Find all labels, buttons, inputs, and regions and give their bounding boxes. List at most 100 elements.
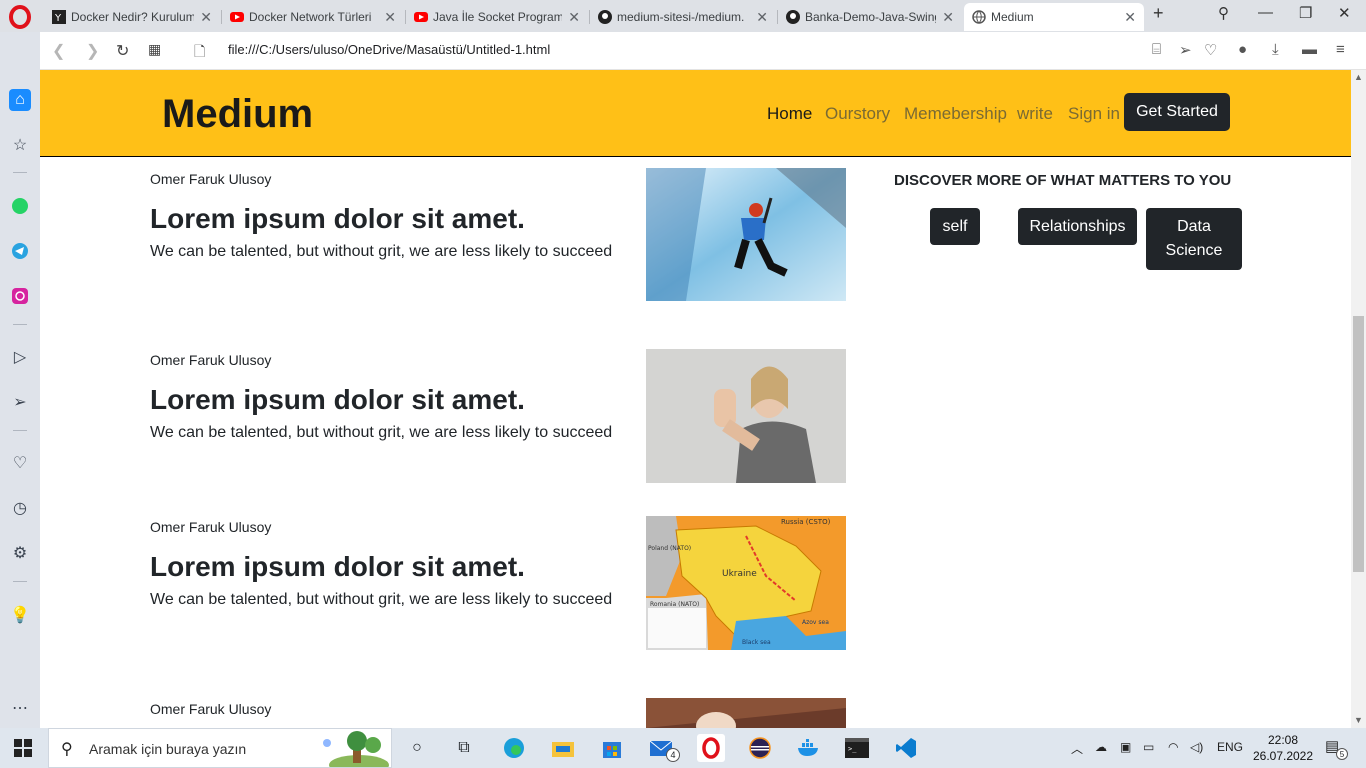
scroll-up-icon[interactable]: ▲ xyxy=(1354,72,1363,82)
star-icon[interactable]: ☆ xyxy=(9,134,31,156)
url-field[interactable]: file:///C:/Users/uluso/OneDrive/Masaüstü… xyxy=(228,42,550,57)
topic-self-button[interactable]: self xyxy=(930,208,980,245)
topic-data-science-button[interactable]: Data Science xyxy=(1146,208,1242,270)
new-tab-icon[interactable]: + xyxy=(1153,3,1164,24)
easy-setup-icon[interactable]: ≡ xyxy=(1336,41,1345,58)
onedrive-icon[interactable]: ☁ xyxy=(1095,740,1107,754)
tips-bulb-icon[interactable]: 💡 xyxy=(9,604,31,626)
vscode-icon[interactable] xyxy=(892,734,920,762)
ice-climber-photo[interactable] xyxy=(646,168,846,301)
opera-taskbar-icon[interactable] xyxy=(697,734,725,762)
windows-start-icon[interactable] xyxy=(14,739,32,757)
article-author: Omer Faruk Ulusoy xyxy=(150,519,272,535)
article-lead: We can be talented, but without grit, we… xyxy=(150,591,613,608)
ukraine-map-image[interactable]: Ukraine Russia (CSTO) Poland (NATO) Roma… xyxy=(646,516,846,650)
get-started-button[interactable]: Get Started xyxy=(1124,93,1230,131)
forward-icon[interactable]: ❯ xyxy=(86,41,99,61)
close-tab-icon[interactable]: ✕ xyxy=(756,9,768,26)
profile-icon[interactable]: ● xyxy=(1238,41,1247,58)
map-azov-label: Azov sea xyxy=(802,619,829,626)
nav-sign-in[interactable]: Sign in xyxy=(1068,104,1120,124)
article-item[interactable]: Omer Faruk Ulusoy Lorem ipsum dolor sit … xyxy=(150,519,630,609)
close-tab-icon[interactable]: ✕ xyxy=(568,9,580,26)
task-view-circle-icon[interactable]: ○ xyxy=(403,734,431,762)
flow-icon[interactable]: ➢ xyxy=(9,391,31,413)
download-icon[interactable]: ⤓ xyxy=(1272,41,1279,58)
instagram-icon[interactable] xyxy=(9,285,31,307)
language-indicator[interactable]: ENG xyxy=(1217,740,1243,754)
tab-banka-demo[interactable]: Banka-Demo-Java-Swing ✕ xyxy=(778,4,962,30)
article-item[interactable]: Omer Faruk Ulusoy xyxy=(150,701,630,717)
nav-home[interactable]: Home xyxy=(767,104,812,124)
tab-docker-nedir[interactable]: Y Docker Nedir? Kurulumu ✕ xyxy=(44,4,220,30)
pinboard-heart-icon[interactable]: ♡ xyxy=(9,452,31,474)
brand-logo[interactable]: Medium xyxy=(162,92,313,137)
eclipse-icon[interactable] xyxy=(746,734,774,762)
opera-logo-icon[interactable] xyxy=(8,5,32,29)
settings-icon[interactable]: ⚙ xyxy=(9,542,31,564)
reload-icon[interactable]: ↻ xyxy=(116,41,129,61)
send-icon[interactable]: ➢ xyxy=(1179,41,1192,59)
home-icon[interactable]: ⌂ xyxy=(9,89,31,111)
close-window-icon[interactable]: ✕ xyxy=(1338,4,1351,22)
wifi-icon[interactable]: ◠ xyxy=(1168,740,1178,754)
nav-membership[interactable]: Memebership xyxy=(904,104,1007,124)
speed-dial-icon[interactable]: ▦ xyxy=(148,41,161,58)
browser-tab-strip: Y Docker Nedir? Kurulumu ✕ Docker Networ… xyxy=(0,0,1366,32)
more-icon[interactable]: ⋯ xyxy=(9,697,31,719)
scroll-thumb[interactable] xyxy=(1353,316,1364,572)
tab-title: Docker Network Türleri xyxy=(249,10,372,24)
battery-icon[interactable]: ▭ xyxy=(1143,740,1154,754)
whatsapp-icon[interactable] xyxy=(9,195,31,217)
search-highlight-illustration-icon xyxy=(323,731,389,767)
tab-java-socket[interactable]: Java İle Socket Programl ✕ xyxy=(406,4,588,30)
youtube-icon xyxy=(414,10,428,24)
woman-stop-hand-photo[interactable] xyxy=(646,349,846,483)
maximize-icon[interactable]: ❐ xyxy=(1299,4,1312,22)
minimize-icon[interactable]: — xyxy=(1258,4,1273,21)
article-lead: We can be talented, but without grit, we… xyxy=(150,243,613,260)
article-headline[interactable]: Lorem ipsum dolor sit amet. xyxy=(150,551,630,583)
taskbar-clock[interactable]: 22:08 26.07.2022 xyxy=(1252,732,1314,764)
mail-badge: 4 xyxy=(666,748,680,762)
task-view-icon[interactable]: ⧉ xyxy=(450,734,478,762)
hand-photo[interactable] xyxy=(646,698,846,728)
device-icon[interactable]: ▣ xyxy=(1120,740,1131,754)
file-explorer-icon[interactable] xyxy=(549,734,577,762)
tab-search-icon[interactable]: ⚲ xyxy=(1218,4,1229,22)
tab-docker-network[interactable]: Docker Network Türleri ✕ xyxy=(222,4,404,30)
heart-icon[interactable]: ♡ xyxy=(1204,41,1217,59)
scroll-down-icon[interactable]: ▼ xyxy=(1354,715,1363,725)
nav-write[interactable]: write xyxy=(1017,104,1053,124)
nav-ourstory[interactable]: Ourstory xyxy=(825,104,890,124)
tab-medium[interactable]: Medium ✕ xyxy=(964,3,1144,31)
tray-expand-icon[interactable]: ︿ xyxy=(1071,740,1083,757)
tab-medium-sitesi[interactable]: medium-sitesi-/medium. ✕ xyxy=(590,4,776,30)
article-headline[interactable]: Lorem ipsum dolor sit amet. xyxy=(150,203,630,235)
terminal-icon[interactable]: >_ xyxy=(843,734,871,762)
volume-icon[interactable]: ◁) xyxy=(1190,740,1203,754)
topic-relationships-button[interactable]: Relationships xyxy=(1018,208,1137,245)
search-icon: ⚲ xyxy=(61,741,73,758)
mail-icon[interactable]: 4 xyxy=(648,734,680,762)
docker-icon[interactable] xyxy=(795,734,823,762)
article-item[interactable]: Omer Faruk Ulusoy Lorem ipsum dolor sit … xyxy=(150,171,630,261)
microsoft-store-icon[interactable] xyxy=(598,734,626,762)
article-item[interactable]: Omer Faruk Ulusoy Lorem ipsum dolor sit … xyxy=(150,352,630,442)
search-placeholder: Aramak için buraya yazın xyxy=(89,741,247,757)
close-tab-icon[interactable]: ✕ xyxy=(200,9,212,26)
telegram-icon[interactable] xyxy=(9,240,31,262)
file-icon: 🗋 xyxy=(194,43,206,59)
close-tab-icon[interactable]: ✕ xyxy=(1124,9,1136,26)
edge-icon[interactable] xyxy=(500,734,528,762)
page-scrollbar[interactable]: ▲ ▼ xyxy=(1351,70,1366,728)
player-icon[interactable]: ▷ xyxy=(9,346,31,368)
battery-saver-icon[interactable]: ▬ xyxy=(1302,41,1317,58)
article-headline[interactable]: Lorem ipsum dolor sit amet. xyxy=(150,384,630,416)
taskbar-search-box[interactable]: ⚲ Aramak için buraya yazın xyxy=(48,728,392,768)
snapshot-icon[interactable]: ⌸ xyxy=(1152,41,1161,58)
close-tab-icon[interactable]: ✕ xyxy=(942,9,954,26)
back-icon[interactable]: ❮ xyxy=(52,41,65,61)
history-icon[interactable]: ◷ xyxy=(9,497,31,519)
close-tab-icon[interactable]: ✕ xyxy=(384,9,396,26)
